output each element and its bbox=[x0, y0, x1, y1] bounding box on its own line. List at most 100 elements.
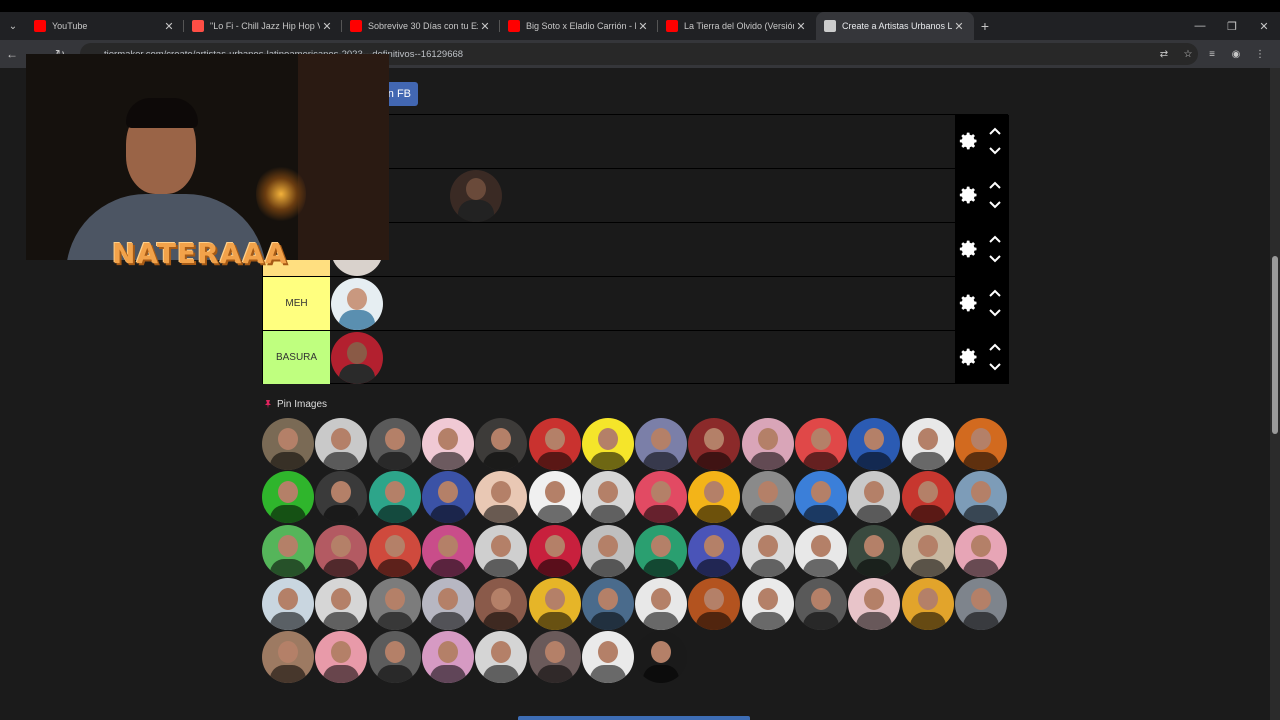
artist-avatar[interactable] bbox=[848, 577, 901, 630]
artist-avatar[interactable] bbox=[262, 524, 314, 577]
gear-icon[interactable] bbox=[959, 239, 979, 259]
artist-avatar[interactable] bbox=[475, 577, 528, 630]
tier-label[interactable]: MEH bbox=[263, 277, 330, 330]
artist-avatar[interactable] bbox=[528, 471, 581, 524]
artist-avatar[interactable] bbox=[635, 418, 688, 470]
artist-avatar[interactable] bbox=[262, 577, 314, 630]
chevron-down-icon[interactable] bbox=[988, 254, 1002, 264]
close-icon[interactable]: ✕ bbox=[952, 20, 966, 33]
artist-avatar[interactable] bbox=[368, 418, 421, 470]
tab-tiermaker[interactable]: Create a Artistas Urbanos Latino ✕ bbox=[816, 12, 974, 40]
artist-avatar[interactable] bbox=[581, 524, 634, 577]
translate-icon[interactable]: ⇄ bbox=[1152, 49, 1176, 60]
artist-avatar[interactable] bbox=[421, 577, 474, 630]
artist-avatar[interactable] bbox=[901, 524, 954, 577]
artist-avatar[interactable] bbox=[475, 418, 528, 470]
tier-items[interactable] bbox=[330, 223, 955, 276]
tab-search-button[interactable]: ⌄ bbox=[0, 12, 26, 40]
profile-icon[interactable]: ◉ bbox=[1224, 49, 1248, 60]
artist-avatar[interactable] bbox=[741, 577, 794, 630]
artist-avatar[interactable] bbox=[795, 577, 847, 630]
artist-avatar[interactable] bbox=[848, 418, 901, 470]
artist-avatar[interactable] bbox=[581, 577, 634, 630]
close-icon[interactable]: ✕ bbox=[636, 20, 650, 33]
artist-avatar[interactable] bbox=[368, 577, 421, 630]
artist-avatar[interactable] bbox=[315, 418, 368, 470]
artist-avatar[interactable] bbox=[954, 418, 1007, 470]
artist-avatar[interactable] bbox=[635, 524, 688, 577]
artist-avatar[interactable] bbox=[475, 631, 528, 684]
artist-avatar[interactable] bbox=[954, 577, 1007, 630]
bottom-button-edge[interactable] bbox=[518, 716, 750, 720]
artist-avatar[interactable] bbox=[795, 524, 847, 577]
artist-avatar[interactable] bbox=[528, 524, 581, 577]
artist-avatar[interactable] bbox=[368, 471, 421, 524]
tier-items[interactable] bbox=[330, 115, 955, 168]
artist-avatar[interactable] bbox=[901, 418, 954, 470]
page-scrollbar[interactable] bbox=[1270, 68, 1280, 720]
chevron-up-icon[interactable] bbox=[988, 126, 1002, 136]
artist-avatar[interactable] bbox=[741, 524, 794, 577]
artist-avatar[interactable] bbox=[741, 471, 794, 524]
chevron-up-icon[interactable] bbox=[988, 234, 1002, 244]
tab-sobrevive[interactable]: Sobrevive 30 Días con tu Ex en l ✕ bbox=[342, 12, 500, 40]
restore-icon[interactable]: ❐ bbox=[1216, 12, 1248, 40]
artist-avatar[interactable] bbox=[848, 524, 901, 577]
artist-avatar[interactable] bbox=[635, 631, 688, 684]
gear-icon[interactable] bbox=[959, 347, 979, 367]
chevron-up-icon[interactable] bbox=[988, 342, 1002, 352]
chevron-down-icon[interactable] bbox=[988, 308, 1002, 318]
tier-label[interactable]: BASURA bbox=[263, 331, 330, 384]
gear-icon[interactable] bbox=[959, 131, 979, 151]
artist-avatar[interactable] bbox=[688, 577, 741, 630]
artist-avatar[interactable] bbox=[635, 577, 688, 630]
pin-images-toggle[interactable]: Pin Images bbox=[263, 398, 327, 410]
artist-avatar[interactable] bbox=[421, 418, 474, 470]
gear-icon[interactable] bbox=[959, 293, 979, 313]
back-icon[interactable]: ← bbox=[0, 47, 24, 61]
artist-avatar[interactable] bbox=[315, 524, 368, 577]
artist-avatar[interactable] bbox=[331, 278, 383, 330]
artist-avatar[interactable] bbox=[528, 577, 581, 630]
artist-avatar[interactable] bbox=[475, 524, 528, 577]
gear-icon[interactable] bbox=[959, 185, 979, 205]
artist-avatar[interactable] bbox=[450, 170, 502, 222]
artist-avatar[interactable] bbox=[421, 631, 474, 684]
tab-big-soto[interactable]: Big Soto x Eladio Carrión - Mula ✕ bbox=[500, 12, 658, 40]
artist-avatar[interactable] bbox=[795, 418, 847, 470]
new-tab-button[interactable]: + bbox=[974, 18, 996, 34]
artist-avatar[interactable] bbox=[688, 524, 741, 577]
artist-avatar[interactable] bbox=[528, 631, 581, 684]
artist-avatar[interactable] bbox=[901, 471, 954, 524]
close-icon[interactable]: ✕ bbox=[478, 20, 492, 33]
tab-tierra-olvido[interactable]: La Tierra del Olvido (Versión Sa ✕ bbox=[658, 12, 816, 40]
chevron-down-icon[interactable] bbox=[988, 362, 1002, 372]
artist-avatar[interactable] bbox=[581, 471, 634, 524]
close-icon[interactable]: ✕ bbox=[794, 20, 808, 33]
scrollbar-thumb[interactable] bbox=[1272, 256, 1278, 434]
artist-avatar[interactable] bbox=[954, 471, 1007, 524]
tier-items[interactable] bbox=[330, 331, 955, 384]
artist-avatar[interactable] bbox=[528, 418, 581, 470]
artist-avatar[interactable] bbox=[688, 418, 741, 470]
artist-avatar[interactable] bbox=[331, 332, 383, 384]
artist-avatar[interactable] bbox=[262, 631, 314, 684]
close-icon[interactable]: ✕ bbox=[162, 20, 176, 33]
artist-avatar[interactable] bbox=[581, 631, 634, 684]
chevron-up-icon[interactable] bbox=[988, 180, 1002, 190]
artist-avatar[interactable] bbox=[421, 471, 474, 524]
artist-avatar[interactable] bbox=[262, 471, 314, 524]
artist-avatar[interactable] bbox=[635, 471, 688, 524]
chevron-up-icon[interactable] bbox=[988, 288, 1002, 298]
tier-items[interactable] bbox=[330, 169, 955, 222]
artist-avatar[interactable] bbox=[368, 631, 421, 684]
bookmark-star-icon[interactable]: ☆ bbox=[1176, 49, 1200, 60]
artist-avatar[interactable] bbox=[795, 471, 847, 524]
artist-avatar[interactable] bbox=[741, 418, 794, 470]
artist-avatar[interactable] bbox=[581, 418, 634, 470]
menu-icon[interactable]: ⋮ bbox=[1248, 49, 1272, 60]
media-controls-icon[interactable]: ≡ bbox=[1200, 49, 1224, 60]
chevron-down-icon[interactable] bbox=[988, 200, 1002, 210]
tier-items[interactable] bbox=[330, 277, 955, 330]
chevron-down-icon[interactable] bbox=[988, 146, 1002, 156]
